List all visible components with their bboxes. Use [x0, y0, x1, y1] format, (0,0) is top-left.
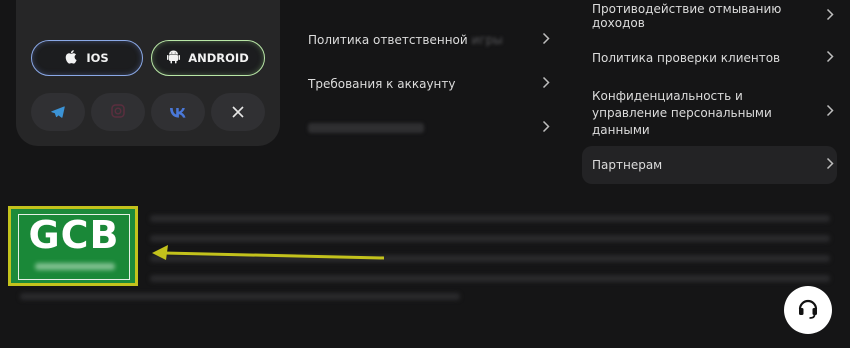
chevron-right-icon: [542, 32, 550, 48]
link-kyc-policy[interactable]: Политика проверки клиентов: [582, 32, 837, 84]
chevron-right-icon: [826, 157, 834, 173]
link-blurred[interactable]: [308, 106, 552, 150]
footer-links-right: Противодействие отмыванию доходов Полити…: [582, 0, 837, 184]
x-button[interactable]: [211, 93, 265, 131]
telegram-icon: [51, 103, 65, 122]
ios-label: IOS: [86, 51, 109, 65]
vk-button[interactable]: [151, 93, 205, 131]
apple-icon: [65, 49, 78, 67]
android-label: ANDROID: [188, 51, 249, 65]
telegram-button[interactable]: [31, 93, 85, 131]
annotation-arrow: [152, 245, 385, 260]
logo-subtext-blurred: [35, 263, 115, 270]
link-label: Политика ответственной: [308, 33, 468, 47]
support-chat-button[interactable]: [784, 286, 832, 334]
link-label: Конфиденциальность и управление персонал…: [592, 88, 772, 137]
link-anti-money-laundering[interactable]: Противодействие отмыванию доходов: [582, 0, 837, 32]
android-download-button[interactable]: ANDROID: [151, 40, 265, 76]
chevron-right-icon: [826, 50, 834, 66]
instagram-icon: [111, 103, 125, 122]
vk-icon: [170, 103, 186, 122]
link-privacy[interactable]: Конфиденциальность и управление персонал…: [582, 84, 837, 142]
link-responsible-gaming[interactable]: Политика ответственной игры: [308, 18, 552, 62]
gcb-license-logo[interactable]: GCB: [8, 206, 138, 286]
link-account-requirements[interactable]: Требования к аккаунту: [308, 62, 552, 106]
footer-links-middle: Политика ответственной игры Требования к…: [308, 18, 552, 150]
instagram-button[interactable]: [91, 93, 145, 131]
headset-icon: [796, 296, 820, 324]
link-label: Политика проверки клиентов: [592, 51, 781, 65]
chevron-right-icon: [826, 8, 834, 24]
logo-badge: GCB: [18, 213, 130, 280]
link-label: Партнерам: [592, 158, 663, 172]
logo-text: GCB: [28, 213, 120, 257]
chevron-right-icon: [542, 120, 550, 136]
ios-download-button[interactable]: IOS: [31, 40, 143, 76]
link-partners[interactable]: Партнерам: [582, 146, 837, 184]
link-label: Требования к аккаунту: [308, 77, 456, 91]
blurred-link-label: [308, 123, 424, 133]
chevron-right-icon: [826, 104, 834, 122]
x-icon: [232, 103, 244, 122]
android-icon: [167, 50, 181, 67]
link-label: Противодействие отмыванию доходов: [592, 2, 782, 30]
chevron-right-icon: [542, 76, 550, 92]
link-label-faded: игры: [471, 33, 503, 47]
